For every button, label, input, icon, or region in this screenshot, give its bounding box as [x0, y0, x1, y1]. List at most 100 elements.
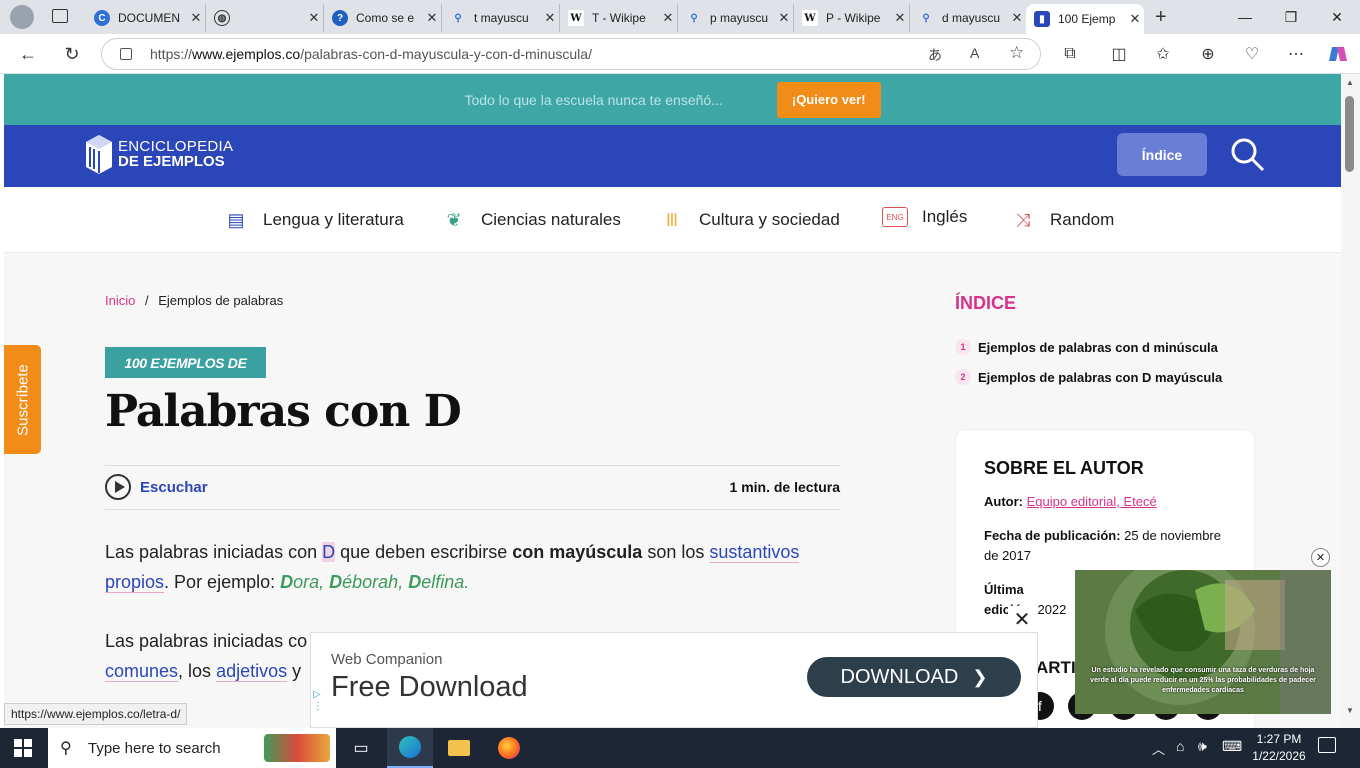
task-view-icon[interactable]: ▭ — [338, 728, 384, 768]
site-info-icon[interactable] — [120, 48, 132, 60]
file-explorer-icon[interactable] — [436, 728, 482, 768]
copilot-icon[interactable] — [1326, 42, 1350, 66]
site-logo[interactable]: ENCICLOPEDIA DE EJEMPLOS — [84, 133, 233, 175]
video-caption: Un estudio ha revelado que consumir una … — [1090, 667, 1316, 694]
close-tab-icon[interactable]: ✕ — [305, 10, 323, 26]
tray-chevron-icon[interactable]: ︿ — [1152, 739, 1165, 758]
scrollbar-thumb[interactable] — [1345, 96, 1354, 172]
refresh-icon[interactable]: ↻ — [58, 40, 86, 68]
tab-title: d mayuscu — [942, 11, 1001, 25]
category-label: Lengua y literatura — [263, 210, 404, 229]
play-icon[interactable] — [105, 474, 131, 500]
split-screen-icon[interactable]: ◫ — [1107, 42, 1131, 66]
ad-close-icon[interactable]: ✕ — [1008, 606, 1036, 632]
volume-icon[interactable]: 🕪 — [1198, 738, 1207, 755]
author-link[interactable]: Equipo editorial, Etecé — [1027, 494, 1157, 509]
promo-button[interactable]: ¡Quiero ver! — [776, 81, 881, 118]
close-tab-icon[interactable]: ✕ — [187, 10, 205, 26]
listen-bar: Escuchar 1 min. de lectura — [105, 465, 840, 510]
more-menu-icon[interactable]: ⋯ — [1284, 42, 1308, 66]
subscribe-tab[interactable]: Suscríbete — [4, 345, 41, 454]
read-aloud-icon[interactable]: A — [970, 45, 979, 61]
network-icon[interactable]: ⌂ — [1176, 738, 1184, 754]
category-random[interactable]: ⤨ Random — [1010, 207, 1114, 233]
example-words: Dora, Déborah, Delfina. — [280, 572, 470, 592]
favorite-star-icon[interactable]: ☆ — [1009, 43, 1024, 63]
taskbar-search[interactable]: ⚲ Type here to search — [48, 728, 336, 768]
index-button[interactable]: Índice — [1117, 133, 1207, 176]
back-icon[interactable]: ← — [14, 40, 42, 68]
category-lengua[interactable]: ▤ Lengua y literatura — [223, 207, 404, 233]
notifications-icon[interactable] — [1318, 737, 1336, 753]
category-cultura[interactable]: Ⅲ Cultura y sociedad — [659, 207, 840, 233]
tab-0[interactable]: C DOCUMEN ✕ — [86, 4, 206, 32]
url-text[interactable]: https://www.ejemplos.co/palabras-con-d-m… — [150, 46, 592, 62]
breadcrumb-separator: / — [144, 293, 149, 308]
tab-title: p mayuscu — [710, 11, 769, 25]
close-tab-icon[interactable]: ✕ — [1126, 11, 1144, 27]
new-tab-icon[interactable]: + — [1155, 6, 1167, 29]
tab-6[interactable]: W P - Wikipe ✕ — [794, 4, 910, 32]
ad-choices-icon[interactable]: ▷ ⋮ — [313, 689, 323, 713]
keyboard-icon[interactable]: ⌨ — [1222, 738, 1242, 755]
close-window-icon[interactable]: ✕ — [1314, 0, 1360, 34]
tab-2[interactable]: ? Como se e ✕ — [324, 4, 442, 32]
video-close-icon[interactable]: ✕ — [1311, 548, 1330, 567]
plant-icon: ❦ — [446, 209, 462, 230]
collections-icon[interactable]: ⊕ — [1196, 42, 1220, 66]
link-adjetivos[interactable]: adjetivos — [216, 661, 288, 682]
ad-download-button[interactable]: DOWNLOAD ❯ — [807, 657, 1021, 697]
edge-taskbar-icon[interactable] — [387, 728, 433, 768]
breadcrumb-home[interactable]: Inicio — [105, 293, 135, 308]
favorites-icon[interactable]: ✩ — [1151, 42, 1175, 66]
search-icon: ⚲ — [454, 12, 462, 24]
tab-1[interactable]: ◍ ✕ — [206, 4, 324, 32]
browser-essentials-icon[interactable]: ♡ — [1240, 42, 1264, 66]
author-row: Autor: Equipo editorial, Etecé — [984, 494, 1157, 509]
page-scrollbar[interactable]: ▲ ▼ — [1341, 74, 1360, 728]
tab-actions-icon[interactable] — [52, 9, 68, 23]
translate-icon[interactable]: あ — [928, 45, 942, 65]
tab-7[interactable]: ⚲ d mayuscu ✕ — [910, 4, 1026, 32]
scroll-up-icon[interactable]: ▲ — [1346, 78, 1354, 87]
logo-line1: ENCICLOPEDIA — [118, 138, 234, 155]
category-ingles[interactable]: ENG Inglés — [882, 207, 967, 227]
ad-banner[interactable]: Web Companion Free Download DOWNLOAD ❯ ▷ ⋮ — [310, 632, 1038, 728]
close-tab-icon[interactable]: ✕ — [423, 10, 441, 26]
logo-line2: DE EJEMPLOS — [118, 153, 225, 170]
search-icon[interactable] — [1230, 137, 1266, 173]
close-tab-icon[interactable]: ✕ — [541, 10, 559, 26]
taskbar-clock[interactable]: 1:27 PM 1/22/2026 — [1248, 731, 1310, 765]
tab-8-active[interactable]: ▮ 100 Ejemp ✕ — [1026, 4, 1144, 34]
windows-start-icon[interactable] — [0, 728, 46, 768]
extensions-icon[interactable]: ⧉ — [1058, 42, 1082, 66]
url-bar[interactable]: https://www.ejemplos.co/palabras-con-d-m… — [101, 38, 1041, 70]
address-toolbar: ← ↻ https://www.ejemplos.co/palabras-con… — [0, 34, 1360, 74]
minimize-icon[interactable]: — — [1222, 0, 1268, 34]
highlight-letter[interactable]: D — [322, 542, 336, 562]
link-comunes[interactable]: comunes — [105, 661, 179, 682]
close-tab-icon[interactable]: ✕ — [891, 10, 909, 26]
index-item-2[interactable]: 2 Ejemplos de palabras con D mayúscula — [955, 369, 1222, 385]
floating-video-player[interactable]: Un estudio ha revelado que consumir una … — [1075, 570, 1331, 714]
restore-icon[interactable]: ❐ — [1268, 0, 1314, 34]
paragraph-1: Las palabras iniciadas con D que deben e… — [105, 542, 800, 593]
tab-5[interactable]: ⚲ p mayuscu ✕ — [678, 4, 794, 32]
category-ciencias[interactable]: ❦ Ciencias naturales — [441, 207, 620, 233]
close-tab-icon[interactable]: ✕ — [659, 10, 677, 26]
index-number: 1 — [955, 339, 971, 355]
taskbar-search-placeholder: Type here to search — [88, 739, 221, 757]
breadcrumb-current[interactable]: Ejemplos de palabras — [158, 293, 283, 308]
profile-avatar-icon[interactable] — [10, 5, 34, 29]
firefox-icon[interactable] — [486, 728, 532, 768]
globe-icon: ◍ — [214, 10, 230, 26]
scroll-down-icon[interactable]: ▼ — [1346, 706, 1354, 715]
publication-date-row: Fecha de publicación: 25 de noviembre de… — [984, 528, 1221, 563]
index-item-1[interactable]: 1 Ejemplos de palabras con d minúscula — [955, 339, 1218, 355]
tab-3[interactable]: ⚲ t mayuscu ✕ — [442, 4, 560, 32]
close-tab-icon[interactable]: ✕ — [1008, 10, 1026, 26]
tab-4[interactable]: W T - Wikipe ✕ — [560, 4, 678, 32]
close-tab-icon[interactable]: ✕ — [775, 10, 793, 26]
listen-button[interactable]: Escuchar — [140, 479, 208, 496]
category-label: Random — [1050, 210, 1115, 229]
